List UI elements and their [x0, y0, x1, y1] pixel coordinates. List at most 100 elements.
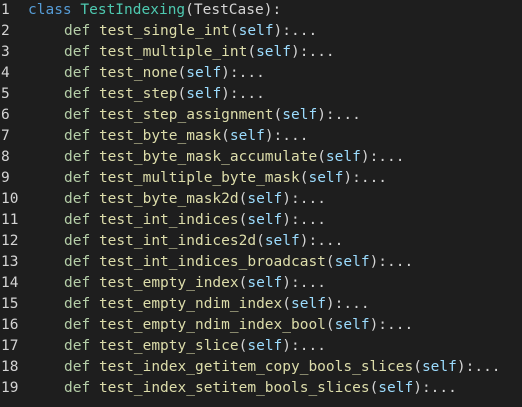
self-parameter: self	[334, 317, 370, 333]
def-keyword: def	[64, 254, 91, 270]
code-line[interactable]: 9 def test_multiple_byte_mask(self):...	[0, 168, 522, 189]
def-keyword: def	[64, 128, 91, 144]
method-name: test_byte_mask2d	[98, 191, 239, 207]
method-name: test_int_indices2d	[98, 233, 257, 249]
code-line[interactable]: 14 def test_empty_index(self):...	[0, 273, 522, 294]
method-name: test_multiple_int	[98, 44, 248, 60]
method-tail: ):...	[369, 317, 414, 333]
self-parameter: self	[238, 23, 274, 39]
code-line[interactable]: 13 def test_int_indices_broadcast(self):.…	[0, 252, 522, 273]
code-line[interactable]: 8 def test_byte_mask_accumulate(self):...	[0, 147, 522, 168]
class-base: (TestCase):	[185, 2, 282, 18]
method-tail: ):...	[221, 65, 265, 81]
code-line[interactable]: 10 def test_byte_mask2d(self):...	[0, 189, 522, 210]
line-number: 2	[1, 23, 10, 39]
code-line[interactable]: 15 def test_empty_ndim_index(self):...	[0, 294, 522, 315]
open-paren: (	[282, 296, 291, 312]
method-tail: ):...	[343, 170, 388, 186]
open-paren: (	[229, 23, 239, 39]
self-parameter: self	[186, 65, 222, 81]
open-paren: (	[177, 86, 187, 102]
line-number: 5	[1, 86, 10, 102]
self-parameter: self	[264, 233, 300, 249]
code-line[interactable]: 4 def test_none(self):...	[0, 63, 522, 84]
code-line[interactable]: 7 def test_byte_mask(self):...	[0, 126, 522, 147]
line-number: 14	[1, 275, 19, 291]
method-tail: ):...	[264, 128, 309, 144]
def-keyword: def	[64, 359, 91, 375]
class-declaration: class TestIndexing(TestCase):	[28, 0, 281, 21]
self-parameter: self	[247, 191, 283, 207]
method-tail: ):...	[221, 86, 265, 102]
def-keyword: def	[64, 149, 91, 165]
line-number: 4	[1, 65, 10, 81]
open-paren: (	[317, 149, 326, 165]
method-definition: def test_index_getitem_copy_bools_slices…	[28, 357, 501, 378]
def-keyword: def	[64, 296, 91, 312]
code-line[interactable]: 3 def test_multiple_int(self):...	[0, 42, 522, 63]
code-line[interactable]: 19 def test_index_setitem_bools_slices(se…	[0, 378, 522, 399]
method-definition: def test_byte_mask2d(self):...	[28, 189, 326, 210]
method-name: test_none	[98, 65, 178, 81]
method-tail: ):...	[369, 254, 414, 270]
method-definition: def test_int_indices_broadcast(self):...	[28, 252, 413, 273]
method-tail: ):...	[360, 149, 405, 165]
method-tail: ):...	[282, 212, 326, 228]
method-tail: ):...	[291, 44, 335, 60]
line-number: 16	[1, 317, 19, 333]
method-definition: def test_step_assignment(self):...	[28, 105, 361, 126]
method-definition: def test_int_indices2d(self):...	[28, 231, 343, 252]
method-tail: ):...	[282, 338, 326, 354]
line-number: 18	[1, 359, 19, 375]
line-number: 7	[1, 128, 10, 144]
method-tail: ):...	[325, 296, 370, 312]
code-editor[interactable]: 1 class TestIndexing(TestCase): 2 def tes…	[0, 0, 522, 407]
open-paren: (	[247, 44, 257, 60]
def-keyword: def	[64, 44, 91, 60]
method-definition: def test_multiple_byte_mask(self):...	[28, 168, 387, 189]
def-keyword: def	[64, 380, 91, 396]
method-name: test_multiple_byte_mask	[98, 170, 300, 186]
class-name: TestIndexing	[80, 2, 186, 18]
self-parameter: self	[421, 359, 457, 375]
self-parameter: self	[378, 380, 414, 396]
self-parameter: self	[256, 44, 291, 60]
line-number: 10	[1, 191, 19, 207]
code-line[interactable]: 17 def test_empty_slice(self):...	[0, 336, 522, 357]
method-tail: ):...	[299, 233, 344, 249]
def-keyword: def	[64, 338, 91, 354]
open-paren: (	[273, 107, 283, 123]
def-keyword: def	[64, 107, 91, 123]
self-parameter: self	[325, 149, 361, 165]
method-name: test_step_assignment	[98, 107, 274, 123]
open-paren: (	[221, 128, 230, 144]
def-keyword: def	[64, 317, 91, 333]
method-name: test_index_setitem_bools_slices	[98, 380, 370, 396]
def-keyword: def	[64, 170, 91, 186]
method-definition: def test_single_int(self):...	[28, 21, 317, 42]
line-number: 13	[1, 254, 19, 270]
code-line[interactable]: 12 def test_int_indices2d(self):...	[0, 231, 522, 252]
self-parameter: self	[308, 170, 344, 186]
code-line[interactable]: 2 def test_single_int(self):...	[0, 21, 522, 42]
line-number: 19	[1, 380, 19, 396]
code-line[interactable]: 11 def test_int_indices(self):...	[0, 210, 522, 231]
method-list: 2 def test_single_int(self):... 3 def test_…	[0, 21, 522, 399]
line-number: 1	[1, 2, 10, 18]
self-parameter: self	[229, 128, 265, 144]
code-line[interactable]: 18 def test_index_getitem_copy_bools_slic…	[0, 357, 522, 378]
method-name: test_single_int	[98, 23, 230, 39]
method-tail: ):...	[282, 275, 326, 291]
code-line[interactable]: 5 def test_step(self):...	[0, 84, 522, 105]
code-line[interactable]: 16 def test_empty_ndim_index_bool(self):.…	[0, 315, 522, 336]
method-tail: ):...	[273, 23, 318, 39]
line-number: 6	[1, 107, 10, 123]
method-definition: def test_int_indices(self):...	[28, 210, 326, 231]
code-line[interactable]: 1 class TestIndexing(TestCase):	[0, 0, 522, 21]
code-line[interactable]: 6 def test_step_assignment(self):...	[0, 105, 522, 126]
class-keyword: class	[28, 2, 72, 18]
line-number: 8	[1, 149, 10, 165]
def-keyword: def	[64, 23, 91, 39]
method-tail: ):...	[282, 191, 326, 207]
method-name: test_byte_mask	[98, 128, 222, 144]
